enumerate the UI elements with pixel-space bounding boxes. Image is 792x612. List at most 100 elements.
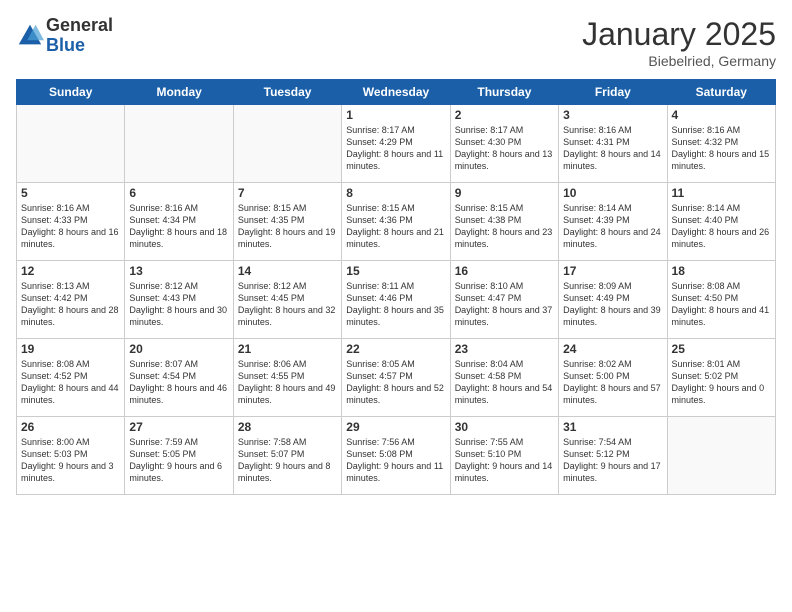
calendar-cell: 3 Sunrise: 8:16 AM Sunset: 4:31 PM Daylig… <box>559 105 667 183</box>
logo-general: General <box>46 16 113 36</box>
calendar-cell: 12Sunrise: 8:13 AM Sunset: 4:42 PM Dayli… <box>17 261 125 339</box>
calendar-cell: 9Sunrise: 8:15 AM Sunset: 4:38 PM Daylig… <box>450 183 558 261</box>
day-info: Sunrise: 8:16 AM Sunset: 4:31 PM Dayligh… <box>563 124 662 173</box>
day-number: 21 <box>238 342 337 356</box>
logo-text: General Blue <box>46 16 113 56</box>
day-number: 29 <box>346 420 445 434</box>
day-number: 11 <box>672 186 771 200</box>
location-subtitle: Biebelried, Germany <box>582 53 776 69</box>
day-number: 5 <box>21 186 120 200</box>
week-row-2: 12Sunrise: 8:13 AM Sunset: 4:42 PM Dayli… <box>17 261 776 339</box>
day-number: 24 <box>563 342 662 356</box>
day-info: Sunrise: 8:02 AM Sunset: 5:00 PM Dayligh… <box>563 358 662 407</box>
day-info: Sunrise: 8:13 AM Sunset: 4:42 PM Dayligh… <box>21 280 120 329</box>
day-info: Sunrise: 8:08 AM Sunset: 4:50 PM Dayligh… <box>672 280 771 329</box>
day-number: 17 <box>563 264 662 278</box>
day-number: 22 <box>346 342 445 356</box>
calendar-cell: 15Sunrise: 8:11 AM Sunset: 4:46 PM Dayli… <box>342 261 450 339</box>
day-info: Sunrise: 8:15 AM Sunset: 4:38 PM Dayligh… <box>455 202 554 251</box>
day-number: 7 <box>238 186 337 200</box>
calendar-cell: 8 Sunrise: 8:15 AM Sunset: 4:36 PM Daylig… <box>342 183 450 261</box>
calendar-cell: 6 Sunrise: 8:16 AM Sunset: 4:34 PM Daylig… <box>125 183 233 261</box>
calendar-cell: 1Sunrise: 8:17 AM Sunset: 4:29 PM Daylig… <box>342 105 450 183</box>
calendar-cell: 30 Sunrise: 7:55 AM Sunset: 5:10 PM Dayli… <box>450 417 558 495</box>
day-info: Sunrise: 8:15 AM Sunset: 4:35 PM Dayligh… <box>238 202 337 251</box>
day-number: 19 <box>21 342 120 356</box>
day-info: Sunrise: 8:08 AM Sunset: 4:52 PM Dayligh… <box>21 358 120 407</box>
day-info: Sunrise: 7:56 AM Sunset: 5:08 PM Dayligh… <box>346 436 445 485</box>
day-number: 30 <box>455 420 554 434</box>
day-number: 13 <box>129 264 228 278</box>
day-info: Sunrise: 8:07 AM Sunset: 4:54 PM Dayligh… <box>129 358 228 407</box>
day-info: Sunrise: 7:59 AM Sunset: 5:05 PM Dayligh… <box>129 436 228 485</box>
calendar-cell <box>233 105 341 183</box>
day-info: Sunrise: 8:17 AM Sunset: 4:29 PM Dayligh… <box>346 124 445 173</box>
day-number: 27 <box>129 420 228 434</box>
calendar-cell: 28 Sunrise: 7:58 AM Sunset: 5:07 PM Dayli… <box>233 417 341 495</box>
day-number: 8 <box>346 186 445 200</box>
header: General Blue January 2025 Biebelried, Ge… <box>16 16 776 69</box>
calendar-cell: 7 Sunrise: 8:15 AM Sunset: 4:35 PM Daylig… <box>233 183 341 261</box>
calendar: SundayMondayTuesdayWednesdayThursdayFrid… <box>16 79 776 495</box>
day-number: 3 <box>563 108 662 122</box>
day-number: 14 <box>238 264 337 278</box>
day-header-monday: Monday <box>125 80 233 105</box>
header-row: SundayMondayTuesdayWednesdayThursdayFrid… <box>17 80 776 105</box>
day-number: 10 <box>563 186 662 200</box>
week-row-3: 19 Sunrise: 8:08 AM Sunset: 4:52 PM Dayli… <box>17 339 776 417</box>
day-info: Sunrise: 8:14 AM Sunset: 4:39 PM Dayligh… <box>563 202 662 251</box>
day-header-wednesday: Wednesday <box>342 80 450 105</box>
calendar-cell <box>17 105 125 183</box>
day-number: 4 <box>672 108 771 122</box>
day-number: 16 <box>455 264 554 278</box>
day-number: 18 <box>672 264 771 278</box>
day-info: Sunrise: 8:11 AM Sunset: 4:46 PM Dayligh… <box>346 280 445 329</box>
calendar-cell: 17 Sunrise: 8:09 AM Sunset: 4:49 PM Dayli… <box>559 261 667 339</box>
calendar-cell: 29 Sunrise: 7:56 AM Sunset: 5:08 PM Dayli… <box>342 417 450 495</box>
calendar-cell: 11 Sunrise: 8:14 AM Sunset: 4:40 PM Dayli… <box>667 183 775 261</box>
day-info: Sunrise: 8:15 AM Sunset: 4:36 PM Dayligh… <box>346 202 445 251</box>
day-number: 23 <box>455 342 554 356</box>
calendar-cell: 22 Sunrise: 8:05 AM Sunset: 4:57 PM Dayli… <box>342 339 450 417</box>
day-info: Sunrise: 8:09 AM Sunset: 4:49 PM Dayligh… <box>563 280 662 329</box>
day-info: Sunrise: 7:54 AM Sunset: 5:12 PM Dayligh… <box>563 436 662 485</box>
day-info: Sunrise: 8:16 AM Sunset: 4:32 PM Dayligh… <box>672 124 771 173</box>
calendar-cell: 2 Sunrise: 8:17 AM Sunset: 4:30 PM Daylig… <box>450 105 558 183</box>
day-info: Sunrise: 8:00 AM Sunset: 5:03 PM Dayligh… <box>21 436 120 485</box>
day-header-tuesday: Tuesday <box>233 80 341 105</box>
day-info: Sunrise: 8:16 AM Sunset: 4:33 PM Dayligh… <box>21 202 120 251</box>
calendar-cell: 20 Sunrise: 8:07 AM Sunset: 4:54 PM Dayli… <box>125 339 233 417</box>
calendar-cell: 31 Sunrise: 7:54 AM Sunset: 5:12 PM Dayli… <box>559 417 667 495</box>
day-info: Sunrise: 8:12 AM Sunset: 4:43 PM Dayligh… <box>129 280 228 329</box>
day-number: 6 <box>129 186 228 200</box>
calendar-cell <box>667 417 775 495</box>
day-info: Sunrise: 7:58 AM Sunset: 5:07 PM Dayligh… <box>238 436 337 485</box>
day-header-thursday: Thursday <box>450 80 558 105</box>
calendar-cell: 23Sunrise: 8:04 AM Sunset: 4:58 PM Dayli… <box>450 339 558 417</box>
day-info: Sunrise: 8:14 AM Sunset: 4:40 PM Dayligh… <box>672 202 771 251</box>
calendar-cell: 21 Sunrise: 8:06 AM Sunset: 4:55 PM Dayli… <box>233 339 341 417</box>
day-number: 20 <box>129 342 228 356</box>
day-header-friday: Friday <box>559 80 667 105</box>
calendar-cell: 19 Sunrise: 8:08 AM Sunset: 4:52 PM Dayli… <box>17 339 125 417</box>
day-number: 28 <box>238 420 337 434</box>
day-info: Sunrise: 7:55 AM Sunset: 5:10 PM Dayligh… <box>455 436 554 485</box>
logo-icon <box>16 22 44 50</box>
day-info: Sunrise: 8:01 AM Sunset: 5:02 PM Dayligh… <box>672 358 771 407</box>
day-number: 31 <box>563 420 662 434</box>
logo-blue: Blue <box>46 36 113 56</box>
calendar-cell: 14Sunrise: 8:12 AM Sunset: 4:45 PM Dayli… <box>233 261 341 339</box>
day-info: Sunrise: 8:05 AM Sunset: 4:57 PM Dayligh… <box>346 358 445 407</box>
calendar-cell: 27 Sunrise: 7:59 AM Sunset: 5:05 PM Dayli… <box>125 417 233 495</box>
calendar-cell: 24 Sunrise: 8:02 AM Sunset: 5:00 PM Dayli… <box>559 339 667 417</box>
day-info: Sunrise: 8:16 AM Sunset: 4:34 PM Dayligh… <box>129 202 228 251</box>
day-info: Sunrise: 8:06 AM Sunset: 4:55 PM Dayligh… <box>238 358 337 407</box>
title-block: January 2025 Biebelried, Germany <box>582 16 776 69</box>
day-info: Sunrise: 8:10 AM Sunset: 4:47 PM Dayligh… <box>455 280 554 329</box>
day-info: Sunrise: 8:17 AM Sunset: 4:30 PM Dayligh… <box>455 124 554 173</box>
day-header-saturday: Saturday <box>667 80 775 105</box>
week-row-0: 1Sunrise: 8:17 AM Sunset: 4:29 PM Daylig… <box>17 105 776 183</box>
day-number: 2 <box>455 108 554 122</box>
calendar-cell: 4 Sunrise: 8:16 AM Sunset: 4:32 PM Daylig… <box>667 105 775 183</box>
day-number: 26 <box>21 420 120 434</box>
